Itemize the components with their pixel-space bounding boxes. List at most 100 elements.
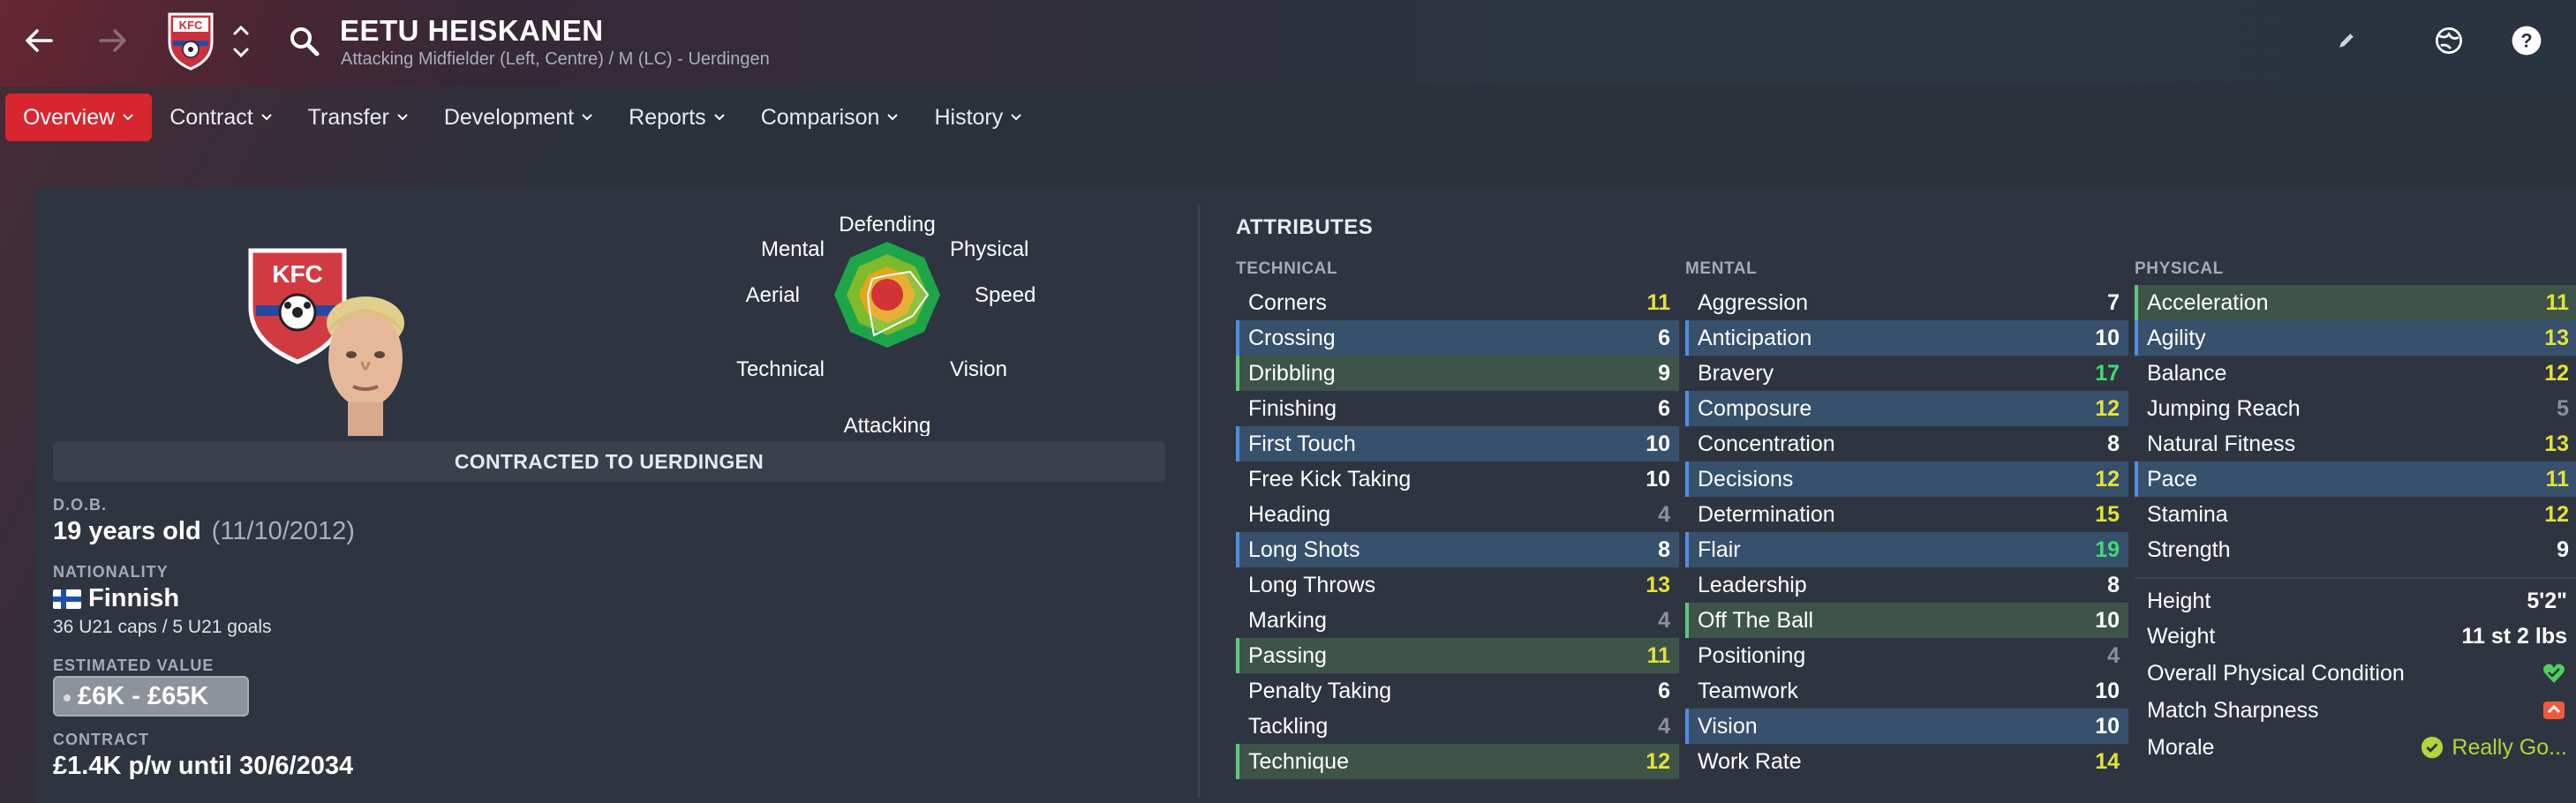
estimated-value-label: ESTIMATED VALUE xyxy=(53,657,215,674)
attribute-row-aggression[interactable]: Aggression 7 xyxy=(1685,285,2128,320)
attribute-row-stamina[interactable]: Stamina 12 xyxy=(2135,497,2576,532)
tab-contract[interactable]: Contract xyxy=(152,94,290,141)
attribute-name: Long Shots xyxy=(1248,537,1360,562)
attribute-row-natural-fitness[interactable]: Natural Fitness 13 xyxy=(2135,426,2576,462)
attribute-row-technique[interactable]: Technique 12 xyxy=(1236,744,1679,779)
physical-attribute-list: Acceleration 11 Agility 13 Balance 12 Jumping … xyxy=(2135,285,2576,567)
weight-value: 11 st 2 lbs xyxy=(2461,623,2567,649)
attribute-row-acceleration[interactable]: Acceleration 11 xyxy=(2135,285,2576,320)
attribute-value: 13 xyxy=(1646,572,1670,597)
attribute-row-passing[interactable]: Passing 11 xyxy=(1236,638,1679,673)
match-sharpness-label: Match Sharpness xyxy=(2147,697,2319,723)
attribute-row-long-shots[interactable]: Long Shots 8 xyxy=(1236,532,1679,567)
radar-label-mental: Mental xyxy=(761,237,825,261)
attribute-row-composure[interactable]: Composure 12 xyxy=(1685,391,2128,426)
attribute-row-flair[interactable]: Flair 19 xyxy=(1685,532,2128,567)
attribute-row-corners[interactable]: Corners 11 xyxy=(1236,285,1679,320)
heart-condition-icon[interactable] xyxy=(2541,660,2567,687)
tab-reports[interactable]: Reports xyxy=(611,94,743,141)
height-row: Height 5'2" xyxy=(2135,582,2576,619)
player-position-club: Attacking Midfielder (Left, Centre) / M … xyxy=(341,49,770,69)
sharpness-icon[interactable] xyxy=(2541,697,2567,724)
attribute-value: 10 xyxy=(2095,607,2120,633)
attribute-row-determination[interactable]: Determination 15 xyxy=(1685,497,2128,532)
attribute-value: 17 xyxy=(2095,360,2120,386)
height-value: 5'2" xyxy=(2527,588,2567,613)
morale-check-icon xyxy=(2422,736,2444,759)
attribute-name: Teamwork xyxy=(1698,678,1798,703)
attribute-row-anticipation[interactable]: Anticipation 10 xyxy=(1685,320,2128,356)
attribute-row-long-throws[interactable]: Long Throws 13 xyxy=(1236,567,1679,603)
attribute-value: 12 xyxy=(2544,501,2569,527)
attribute-name: Aggression xyxy=(1698,289,1809,315)
attribute-row-balance[interactable]: Balance 12 xyxy=(2135,356,2576,391)
attribute-value: 4 xyxy=(1658,713,1670,739)
attribute-row-agility[interactable]: Agility 13 xyxy=(2135,320,2576,356)
player-switch-arrows-icon[interactable] xyxy=(228,19,254,64)
radar-label-speed: Speed xyxy=(975,283,1036,307)
attribute-row-off-the-ball[interactable]: Off The Ball 10 xyxy=(1685,603,2128,638)
tab-comparison[interactable]: Comparison xyxy=(743,94,917,141)
attribute-row-decisions[interactable]: Decisions 12 xyxy=(1685,462,2128,497)
attribute-row-positioning[interactable]: Positioning 4 xyxy=(1685,638,2128,673)
back-button[interactable] xyxy=(14,16,64,65)
attribute-row-leadership[interactable]: Leadership 8 xyxy=(1685,567,2128,603)
tab-history[interactable]: History xyxy=(916,94,1040,141)
attribute-row-jumping-reach[interactable]: Jumping Reach 5 xyxy=(2135,391,2576,426)
attribute-row-crossing[interactable]: Crossing 6 xyxy=(1236,320,1679,356)
nationality-value[interactable]: Finnish xyxy=(53,584,179,613)
search-icon[interactable] xyxy=(288,25,321,58)
attribute-row-penalty-taking[interactable]: Penalty Taking 6 xyxy=(1236,673,1679,709)
club-badge-icon[interactable]: KFC xyxy=(164,11,217,71)
world-button[interactable] xyxy=(2429,21,2468,60)
attribute-value: 8 xyxy=(2107,572,2120,597)
attribute-row-concentration[interactable]: Concentration 8 xyxy=(1685,426,2128,462)
forward-button[interactable] xyxy=(88,16,138,65)
attribute-row-tackling[interactable]: Tackling 4 xyxy=(1236,709,1679,744)
tab-label: Development xyxy=(443,104,575,130)
svg-text:?: ? xyxy=(2520,29,2532,51)
attribute-row-vision[interactable]: Vision 10 xyxy=(1685,709,2128,744)
attribute-value: 9 xyxy=(1658,360,1670,386)
radar-label-technical: Technical xyxy=(736,357,825,381)
tab-development[interactable]: Development xyxy=(426,94,611,141)
attribute-value: 4 xyxy=(2107,642,2120,668)
attribute-value: 11 xyxy=(2545,289,2569,315)
attribute-row-free-kick-taking[interactable]: Free Kick Taking 10 xyxy=(1236,462,1679,497)
attribute-row-dribbling[interactable]: Dribbling 9 xyxy=(1236,356,1679,391)
attribute-row-bravery[interactable]: Bravery 17 xyxy=(1685,356,2128,391)
panel-divider xyxy=(1198,205,1200,798)
attribute-name: Vision xyxy=(1698,713,1758,739)
attribute-name: Agility xyxy=(2147,325,2206,350)
estimated-value-tag[interactable]: £6K - £65K xyxy=(53,676,249,717)
attribute-row-heading[interactable]: Heading 4 xyxy=(1236,497,1679,532)
attribute-name: Finishing xyxy=(1248,395,1337,421)
attribute-value: 15 xyxy=(2095,501,2120,527)
tab-label: Overview xyxy=(23,104,116,130)
player-name: EETU HEISKANEN xyxy=(340,14,604,47)
morale-value[interactable]: Really Go... xyxy=(2420,735,2567,761)
attribute-row-first-touch[interactable]: First Touch 10 xyxy=(1236,426,1679,462)
globe-ball-icon xyxy=(2436,27,2462,54)
attribute-row-strength[interactable]: Strength 9 xyxy=(2135,532,2576,567)
tab-label: Contract xyxy=(169,104,253,130)
attribute-row-teamwork[interactable]: Teamwork 10 xyxy=(1685,673,2128,709)
edit-button[interactable] xyxy=(2327,21,2366,60)
attribute-name: Jumping Reach xyxy=(2147,395,2301,421)
contract-value: £1.4K p/w until 30/6/2034 xyxy=(53,752,354,780)
dob-value: 19 years old (11/10/2012) xyxy=(53,517,355,546)
attribute-name: Balance xyxy=(2147,360,2227,386)
attribute-name: Heading xyxy=(1248,501,1331,527)
attribute-row-finishing[interactable]: Finishing 6 xyxy=(1236,391,1679,426)
nationality-text: Finnish xyxy=(88,584,180,612)
attribute-value: 13 xyxy=(2544,431,2569,456)
attribute-row-work-rate[interactable]: Work Rate 14 xyxy=(1685,744,2128,779)
tab-transfer[interactable]: Transfer xyxy=(290,94,426,141)
physical-title: PHYSICAL xyxy=(2135,259,2224,278)
help-button[interactable]: ? xyxy=(2507,21,2546,60)
attribute-row-pace[interactable]: Pace 11 xyxy=(2135,462,2576,497)
attribute-name: Free Kick Taking xyxy=(1248,466,1412,492)
chevron-down-icon xyxy=(260,114,272,121)
tab-overview[interactable]: Overview xyxy=(5,94,153,141)
attribute-row-marking[interactable]: Marking 4 xyxy=(1236,603,1679,638)
